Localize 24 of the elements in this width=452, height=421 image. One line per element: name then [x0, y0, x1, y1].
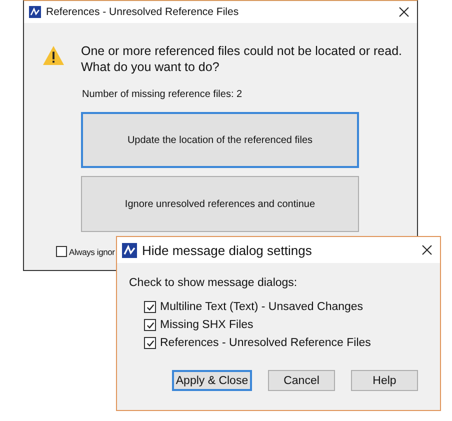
checkbox[interactable]	[144, 319, 156, 331]
dialog-button[interactable]: Help	[351, 370, 418, 391]
window-title: Hide message dialog settings	[142, 242, 313, 258]
window-title: References - Unresolved Reference Files	[46, 6, 240, 18]
message-text: What do you want to do?	[81, 59, 220, 75]
checkbox-label: Missing SHX Files	[160, 319, 254, 331]
close-icon[interactable]	[399, 7, 409, 17]
checkbox-label: Always ignor	[69, 246, 115, 256]
message-text: One or more referenced files could not be located or read.	[81, 43, 402, 59]
section-heading: Check to show message dialogs:	[129, 277, 298, 289]
app-icon	[29, 6, 41, 18]
missing-count-text: Number of missing reference files: 2	[82, 89, 244, 100]
option-button[interactable]: Ignore unresolved references and continue	[81, 176, 359, 232]
warning-icon	[42, 45, 65, 66]
checkbox-label: Multiline Text (Text) - Unsaved Changes	[160, 301, 364, 313]
checkbox[interactable]	[144, 301, 156, 313]
dialog-button[interactable]: Cancel	[268, 370, 335, 391]
checkbox[interactable]	[144, 337, 156, 349]
dialog-button[interactable]: Apply & Close	[172, 370, 252, 391]
checkbox-label: References - Unresolved Reference Files	[160, 337, 371, 349]
app-icon	[122, 242, 137, 258]
option-button[interactable]: Update the location of the referenced files	[81, 112, 359, 168]
checkbox[interactable]	[56, 246, 67, 257]
close-icon[interactable]	[422, 245, 432, 255]
